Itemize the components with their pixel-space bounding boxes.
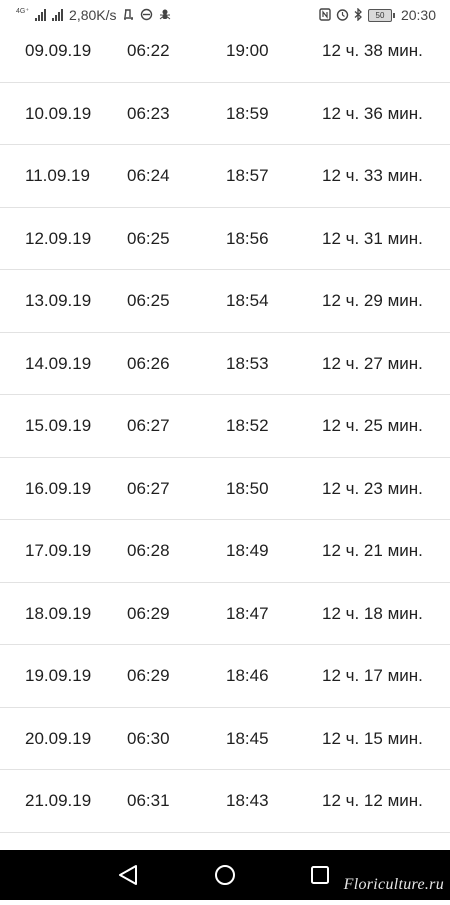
sunset-cell: 18:43 bbox=[226, 791, 269, 810]
day-length-cell: 12 ч. 27 мин. bbox=[322, 353, 423, 373]
day-length-cell: 12 ч. 23 мин. bbox=[322, 478, 423, 498]
day-length-cell: 12 ч. 29 мин. bbox=[322, 291, 423, 310]
sunset-cell: 18:53 bbox=[226, 353, 269, 373]
date-cell: 14.09.19 bbox=[25, 353, 92, 373]
date-cell: 15.09.19 bbox=[25, 416, 92, 435]
table-row[interactable]: 16.09.19 06:27 18:50 12 ч. 23 мин. bbox=[0, 458, 450, 520]
network-type-label: 4G⁺ bbox=[16, 7, 30, 15]
table-row[interactable]: 18.09.19 06:29 18:47 12 ч. 18 мин. bbox=[0, 583, 450, 645]
sunrise-cell: 06:25 bbox=[127, 228, 170, 248]
sun-times-table[interactable]: 09.09.19 06:22 19:00 12 ч. 38 мин. 10.09.19 0… bbox=[0, 20, 450, 833]
back-button[interactable] bbox=[98, 850, 158, 900]
date-cell: 16.09.19 bbox=[25, 478, 92, 498]
sunrise-cell: 06:30 bbox=[127, 728, 170, 748]
date-cell: 13.09.19 bbox=[25, 291, 92, 310]
navigation-bar: Floriculture.ru bbox=[0, 850, 450, 900]
date-cell: 18.09.19 bbox=[25, 603, 92, 623]
table-row[interactable]: 13.09.19 06:25 18:54 12 ч. 29 мин. bbox=[0, 270, 450, 333]
sunset-cell: 18:52 bbox=[226, 416, 269, 435]
home-icon bbox=[215, 865, 235, 885]
sunrise-cell: 06:29 bbox=[127, 603, 170, 623]
recent-apps-icon bbox=[311, 866, 329, 884]
sunrise-cell: 06:28 bbox=[127, 541, 170, 560]
sunset-cell: 18:50 bbox=[226, 478, 269, 498]
date-cell: 10.09.19 bbox=[25, 103, 92, 123]
day-length-cell: 12 ч. 25 мин. bbox=[322, 416, 423, 435]
sunset-cell: 18:57 bbox=[226, 166, 269, 185]
table-row[interactable]: 12.09.19 06:25 18:56 12 ч. 31 мин. bbox=[0, 208, 450, 270]
date-cell: 21.09.19 bbox=[25, 791, 92, 810]
sunrise-cell: 06:31 bbox=[127, 791, 170, 810]
watermark: Floriculture.ru bbox=[343, 876, 444, 893]
sunset-cell: 18:59 bbox=[226, 103, 269, 123]
day-length-cell: 12 ч. 33 мин. bbox=[322, 166, 423, 185]
sunset-cell: 18:49 bbox=[226, 541, 269, 560]
sunrise-cell: 06:27 bbox=[127, 416, 170, 435]
home-button[interactable] bbox=[195, 850, 255, 900]
table-row[interactable]: 14.09.19 06:26 18:53 12 ч. 27 мин. bbox=[0, 333, 450, 395]
sunrise-cell: 06:22 bbox=[127, 41, 170, 60]
date-cell: 11.09.19 bbox=[25, 166, 90, 185]
recent-apps-button[interactable] bbox=[290, 850, 350, 900]
day-length-cell: 12 ч. 18 мин. bbox=[322, 603, 423, 623]
back-icon bbox=[119, 865, 137, 885]
table-row[interactable]: 10.09.19 06:23 18:59 12 ч. 36 мин. bbox=[0, 83, 450, 145]
sunrise-cell: 06:29 bbox=[127, 666, 170, 685]
day-length-cell: 12 ч. 12 мин. bbox=[322, 791, 423, 810]
day-length-cell: 12 ч. 38 мин. bbox=[322, 41, 423, 60]
table-row[interactable]: 17.09.19 06:28 18:49 12 ч. 21 мин. bbox=[0, 520, 450, 583]
day-length-cell: 12 ч. 17 мин. bbox=[322, 666, 423, 685]
sunset-cell: 18:56 bbox=[226, 228, 269, 248]
table-row[interactable]: 21.09.19 06:31 18:43 12 ч. 12 мин. bbox=[0, 770, 450, 833]
sunset-cell: 18:45 bbox=[226, 728, 269, 748]
date-cell: 20.09.19 bbox=[25, 728, 92, 748]
table-row[interactable]: 20.09.19 06:30 18:45 12 ч. 15 мин. bbox=[0, 708, 450, 770]
date-cell: 17.09.19 bbox=[25, 541, 92, 560]
day-length-cell: 12 ч. 31 мин. bbox=[322, 228, 423, 248]
date-cell: 19.09.19 bbox=[25, 666, 92, 685]
sunrise-cell: 06:25 bbox=[127, 291, 170, 310]
date-cell: 09.09.19 bbox=[25, 41, 92, 60]
sunset-cell: 18:47 bbox=[226, 603, 269, 623]
day-length-cell: 12 ч. 15 мин. bbox=[322, 728, 423, 748]
table-row[interactable]: 11.09.19 06:24 18:57 12 ч. 33 мин. bbox=[0, 145, 450, 208]
table-row[interactable]: 09.09.19 06:22 19:00 12 ч. 38 мин. bbox=[0, 20, 450, 83]
sunrise-cell: 06:24 bbox=[127, 166, 170, 185]
sunrise-cell: 06:23 bbox=[127, 103, 170, 123]
date-cell: 12.09.19 bbox=[25, 228, 92, 248]
table-row[interactable]: 19.09.19 06:29 18:46 12 ч. 17 мин. bbox=[0, 645, 450, 708]
sunrise-cell: 06:27 bbox=[127, 478, 170, 498]
sunset-cell: 19:00 bbox=[226, 41, 269, 60]
table-row[interactable]: 15.09.19 06:27 18:52 12 ч. 25 мин. bbox=[0, 395, 450, 458]
day-length-cell: 12 ч. 21 мин. bbox=[322, 541, 423, 560]
day-length-cell: 12 ч. 36 мин. bbox=[322, 103, 423, 123]
sunset-cell: 18:54 bbox=[226, 291, 269, 310]
battery-level: 50 bbox=[375, 10, 385, 20]
sunset-cell: 18:46 bbox=[226, 666, 269, 685]
sunrise-cell: 06:26 bbox=[127, 353, 170, 373]
